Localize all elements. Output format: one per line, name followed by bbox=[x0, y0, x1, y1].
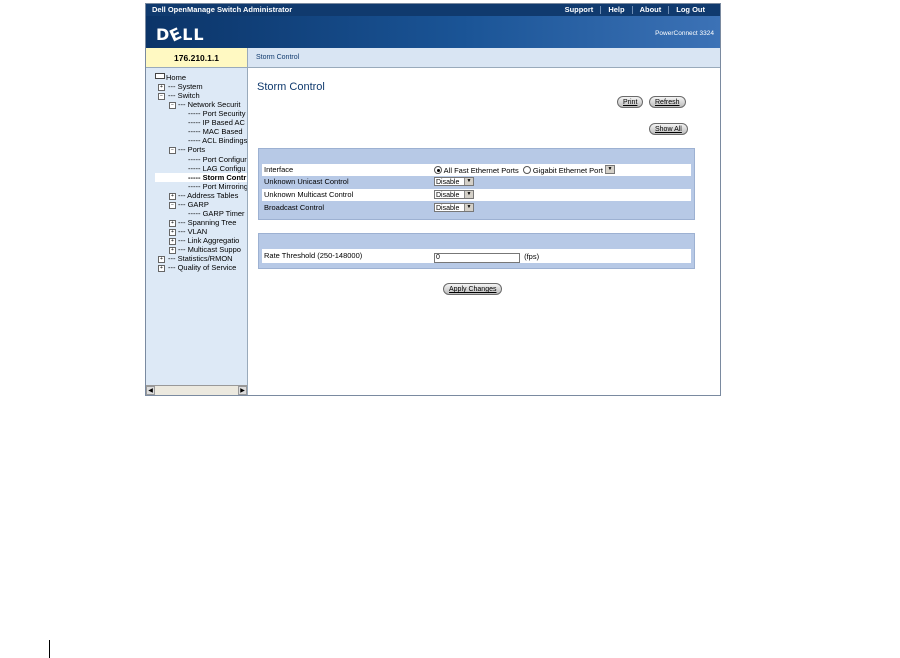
collapse-icon[interactable]: − bbox=[169, 202, 176, 209]
expand-icon[interactable]: + bbox=[169, 238, 176, 245]
tree-item-acl-bindings[interactable]: ----- ACL Bindings bbox=[188, 136, 247, 145]
main-content: Storm Control Print Refresh Show All Int… bbox=[249, 68, 720, 395]
tree-item-statistics-rmon[interactable]: --- Statistics/RMON bbox=[168, 254, 233, 263]
tree-item-garp[interactable]: --- GARP bbox=[178, 200, 209, 209]
collapse-icon[interactable]: − bbox=[169, 102, 176, 109]
tree-item-spanning-tree[interactable]: --- Spanning Tree bbox=[178, 218, 236, 227]
tree-item-mac-based-acl[interactable]: ----- MAC Based bbox=[188, 127, 243, 136]
expand-icon[interactable]: + bbox=[169, 220, 176, 227]
tree-item-vlan[interactable]: --- VLAN bbox=[178, 227, 207, 236]
expand-icon[interactable]: + bbox=[169, 247, 176, 254]
settings-panel: Interface All Fast Ethernet Ports Gigabi… bbox=[258, 148, 695, 220]
tree-item-home[interactable]: Home bbox=[155, 73, 186, 82]
collapse-icon[interactable]: − bbox=[158, 93, 165, 100]
rate-row: Rate Threshold (250-148000) (fps) bbox=[262, 249, 691, 263]
app-title: Dell OpenManage Switch Administrator bbox=[152, 5, 293, 14]
menu-about[interactable]: About bbox=[633, 4, 669, 16]
expand-icon[interactable]: + bbox=[158, 256, 165, 263]
broadcast-row: Broadcast Control Disable ▼ bbox=[262, 202, 691, 214]
multicast-label: Unknown Multicast Control bbox=[264, 190, 354, 199]
refresh-button[interactable]: Refresh bbox=[649, 96, 686, 108]
tree-item-ip-based-acl[interactable]: ----- IP Based AC bbox=[188, 118, 245, 127]
menu-help[interactable]: Help bbox=[601, 4, 631, 16]
radio-all-fast-ethernet[interactable] bbox=[434, 166, 442, 174]
radio-gigabit-ethernet-label: Gigabit Ethernet Port bbox=[532, 166, 603, 175]
multicast-select[interactable]: Disable ▼ bbox=[434, 190, 474, 199]
tree-item-multicast-support[interactable]: --- Multicast Suppo bbox=[178, 245, 241, 254]
gigabit-port-select[interactable]: ▼ bbox=[605, 165, 616, 174]
product-name: PowerConnect 3324 bbox=[655, 30, 714, 37]
tree-item-system[interactable]: --- System bbox=[168, 82, 203, 91]
tree-item-quality-of-service[interactable]: --- Quality of Service bbox=[168, 263, 236, 272]
unicast-row: Unknown Unicast Control Disable ▼ bbox=[262, 176, 691, 188]
menu-logout[interactable]: Log Out bbox=[669, 4, 712, 16]
scroll-left-icon[interactable]: ◀ bbox=[146, 386, 155, 395]
horizontal-scrollbar[interactable]: ◀ ▶ bbox=[146, 385, 247, 395]
apply-changes-button[interactable]: Apply Changes bbox=[443, 283, 503, 295]
top-menu: Support Help About Log Out bbox=[558, 4, 712, 16]
multicast-row: Unknown Multicast Control Disable ▼ bbox=[262, 189, 691, 201]
expand-icon[interactable]: + bbox=[169, 193, 176, 200]
expand-icon[interactable]: + bbox=[169, 229, 176, 236]
tree-item-storm-control[interactable]: ----- Storm Contr bbox=[155, 173, 247, 182]
chevron-down-icon: ▼ bbox=[464, 191, 473, 198]
radio-all-fast-ethernet-label: All Fast Ethernet Ports bbox=[443, 166, 519, 175]
page-title: Storm Control bbox=[257, 81, 325, 93]
tree-item-lag-configuration[interactable]: ----- LAG Configu bbox=[188, 164, 246, 173]
expand-icon[interactable]: + bbox=[158, 265, 165, 272]
broadcast-select[interactable]: Disable ▼ bbox=[434, 203, 474, 212]
tree-item-port-security[interactable]: ----- Port Security bbox=[188, 109, 246, 118]
unicast-select[interactable]: Disable ▼ bbox=[434, 177, 474, 186]
print-button[interactable]: Print bbox=[617, 96, 644, 108]
scroll-right-icon[interactable]: ▶ bbox=[238, 386, 247, 395]
ip-address: 176.210.1.1 bbox=[146, 48, 248, 68]
unicast-label: Unknown Unicast Control bbox=[264, 177, 349, 186]
nav-tree: Home + --- System − --- Switch − --- Net… bbox=[146, 68, 248, 395]
breadcrumb: Storm Control bbox=[248, 48, 720, 68]
collapse-icon[interactable]: − bbox=[169, 147, 176, 154]
expand-icon[interactable]: + bbox=[158, 84, 165, 91]
top-menubar: Dell OpenManage Switch Administrator Sup… bbox=[146, 4, 720, 16]
rate-threshold-input[interactable] bbox=[434, 252, 520, 263]
tree-item-port-configuration[interactable]: ----- Port Configur bbox=[188, 155, 247, 164]
dell-logo: DELL bbox=[156, 23, 205, 46]
tree-item-switch[interactable]: --- Switch bbox=[168, 91, 200, 100]
show-all-button[interactable]: Show All bbox=[649, 123, 688, 135]
rate-threshold-label: Rate Threshold (250-148000) bbox=[264, 251, 363, 260]
rate-panel: Rate Threshold (250-148000) (fps) bbox=[258, 233, 695, 269]
banner: DELL PowerConnect 3324 bbox=[146, 16, 720, 48]
chevron-down-icon: ▼ bbox=[464, 204, 473, 211]
chevron-down-icon: ▼ bbox=[605, 166, 615, 173]
interface-label: Interface bbox=[264, 165, 294, 174]
radio-gigabit-ethernet[interactable] bbox=[522, 166, 531, 174]
page-edge-marker bbox=[49, 640, 50, 658]
tree-item-garp-timer[interactable]: ----- GARP Timer bbox=[188, 209, 245, 218]
tree-item-address-tables[interactable]: --- Address Tables bbox=[178, 191, 238, 200]
chevron-down-icon: ▼ bbox=[464, 178, 473, 185]
tree-item-ports[interactable]: --- Ports bbox=[178, 145, 205, 154]
menu-support[interactable]: Support bbox=[558, 4, 601, 16]
broadcast-label: Broadcast Control bbox=[264, 203, 325, 212]
browser-frame: Dell OpenManage Switch Administrator Sup… bbox=[145, 3, 721, 396]
tree-item-port-mirroring[interactable]: ----- Port Mirroring bbox=[188, 182, 247, 191]
tree-item-network-security[interactable]: --- Network Securit bbox=[178, 100, 241, 109]
tree-item-link-aggregation[interactable]: --- Link Aggregatio bbox=[178, 236, 239, 245]
rate-unit: (fps) bbox=[524, 252, 540, 261]
interface-row: Interface All Fast Ethernet Ports Gigabi… bbox=[262, 164, 691, 176]
home-icon bbox=[155, 73, 165, 79]
